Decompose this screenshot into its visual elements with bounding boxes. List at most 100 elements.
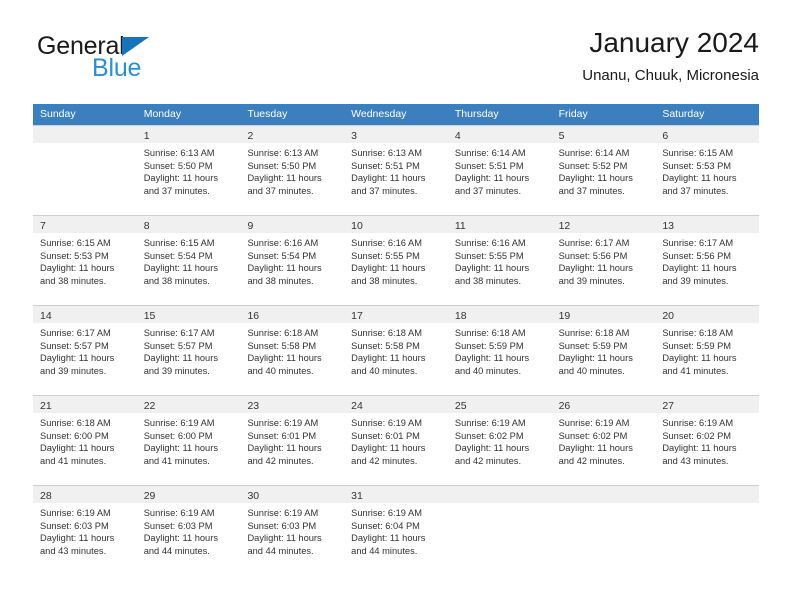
day-details: Sunrise: 6:18 AM Sunset: 5:59 PM Dayligh… <box>448 323 552 377</box>
weekday-header-sunday: Sunday <box>40 108 76 120</box>
day-cell[interactable]: 25 Sunrise: 6:19 AM Sunset: 6:02 PM Dayl… <box>447 396 552 485</box>
day-cell[interactable]: 2 Sunrise: 6:13 AM Sunset: 5:50 PM Dayli… <box>240 126 345 215</box>
day-number: 25 <box>454 400 467 412</box>
day-details: Sunrise: 6:17 AM Sunset: 5:57 PM Dayligh… <box>33 323 137 377</box>
daylight-text-line2: and 43 minutes. <box>662 455 729 466</box>
day-number-band: 17 <box>344 306 448 323</box>
daylight-text-line2: and 37 minutes. <box>662 185 729 196</box>
sunrise-text: Sunrise: 6:18 AM <box>662 328 734 338</box>
day-cell[interactable]: 18 Sunrise: 6:18 AM Sunset: 5:59 PM Dayl… <box>447 306 552 395</box>
daylight-text-line1: Daylight: 11 hours <box>558 353 633 364</box>
day-number: 23 <box>247 400 260 412</box>
day-cell[interactable]: 19 Sunrise: 6:18 AM Sunset: 5:59 PM Dayl… <box>551 306 656 395</box>
day-number-band: 13 <box>655 216 760 233</box>
daylight-text-line1: Daylight: 11 hours <box>351 443 426 454</box>
day-number-band: 11 <box>447 216 552 233</box>
day-details: Sunrise: 6:19 AM Sunset: 6:03 PM Dayligh… <box>33 503 137 557</box>
daylight-text-line2: and 42 minutes. <box>351 455 418 466</box>
sunset-text: Sunset: 5:58 PM <box>247 340 317 351</box>
day-details <box>552 503 656 507</box>
sunset-text: Sunset: 6:00 PM <box>40 430 109 441</box>
day-cell[interactable]: 22 Sunrise: 6:19 AM Sunset: 6:00 PM Dayl… <box>136 396 241 485</box>
day-number: 7 <box>40 220 46 232</box>
day-cell[interactable]: 7 Sunrise: 6:15 AM Sunset: 5:53 PM Dayli… <box>33 216 137 305</box>
weekday-header-saturday: Saturday <box>662 108 705 120</box>
day-number-band: 7 <box>33 216 137 233</box>
daylight-text-line1: Daylight: 11 hours <box>662 263 737 274</box>
day-cell[interactable]: 9 Sunrise: 6:16 AM Sunset: 5:54 PM Dayli… <box>240 216 345 305</box>
day-number-band: 16 <box>240 306 345 323</box>
daylight-text-line1: Daylight: 11 hours <box>247 263 322 274</box>
day-cell[interactable]: 3 Sunrise: 6:13 AM Sunset: 5:51 PM Dayli… <box>344 126 448 215</box>
sunset-text: Sunset: 6:03 PM <box>40 520 109 531</box>
title-block: January 2024 Unanu, Chuuk, Micronesia <box>582 26 759 85</box>
day-cell[interactable]: 10 Sunrise: 6:16 AM Sunset: 5:55 PM Dayl… <box>344 216 448 305</box>
day-cell[interactable]: 15 Sunrise: 6:17 AM Sunset: 5:57 PM Dayl… <box>136 306 241 395</box>
daylight-text-line2: and 38 minutes. <box>454 275 522 286</box>
sunrise-text: Sunrise: 6:17 AM <box>662 238 734 248</box>
calendar-grid: Sunday Monday Tuesday Wednesday Thursday… <box>33 104 760 575</box>
day-cell[interactable]: 24 Sunrise: 6:19 AM Sunset: 6:01 PM Dayl… <box>344 396 448 485</box>
calendar-page: General Blue January 2024 Unanu, Chuuk, … <box>0 0 792 612</box>
sunset-text: Sunset: 6:02 PM <box>454 430 524 441</box>
day-details: Sunrise: 6:16 AM Sunset: 5:54 PM Dayligh… <box>240 233 344 287</box>
day-cell[interactable]: 14 Sunrise: 6:17 AM Sunset: 5:57 PM Dayl… <box>33 306 137 395</box>
daylight-text-line2: and 40 minutes. <box>558 365 625 376</box>
day-cell[interactable]: 29 Sunrise: 6:19 AM Sunset: 6:03 PM Dayl… <box>136 486 241 575</box>
day-cell[interactable]: 27 Sunrise: 6:19 AM Sunset: 6:02 PM Dayl… <box>655 396 760 485</box>
day-details: Sunrise: 6:19 AM Sunset: 6:01 PM Dayligh… <box>240 413 344 467</box>
day-number-band: 9 <box>240 216 345 233</box>
day-cell[interactable] <box>447 486 552 575</box>
day-details: Sunrise: 6:19 AM Sunset: 6:03 PM Dayligh… <box>240 503 344 557</box>
sunrise-text: Sunrise: 6:19 AM <box>454 418 526 428</box>
day-details: Sunrise: 6:17 AM Sunset: 5:56 PM Dayligh… <box>552 233 656 287</box>
day-cell[interactable]: 1 Sunrise: 6:13 AM Sunset: 5:50 PM Dayli… <box>136 126 241 215</box>
daylight-text-line2: and 42 minutes. <box>454 455 522 466</box>
daylight-text-line1: Daylight: 11 hours <box>454 353 530 364</box>
day-cell[interactable]: 13 Sunrise: 6:17 AM Sunset: 5:56 PM Dayl… <box>655 216 760 305</box>
sunset-text: Sunset: 5:50 PM <box>247 160 317 171</box>
day-number: 1 <box>143 130 150 142</box>
sunrise-text: Sunrise: 6:19 AM <box>143 508 215 518</box>
sunrise-text: Sunrise: 6:19 AM <box>247 418 319 428</box>
day-cell[interactable]: 30 Sunrise: 6:19 AM Sunset: 6:03 PM Dayl… <box>240 486 345 575</box>
day-cell[interactable]: 16 Sunrise: 6:18 AM Sunset: 5:58 PM Dayl… <box>240 306 345 395</box>
day-cell[interactable]: 12 Sunrise: 6:17 AM Sunset: 5:56 PM Dayl… <box>551 216 656 305</box>
sunrise-text: Sunrise: 6:18 AM <box>558 328 630 338</box>
day-cell[interactable]: 4 Sunrise: 6:14 AM Sunset: 5:51 PM Dayli… <box>447 126 552 215</box>
daylight-text-line1: Daylight: 11 hours <box>247 173 322 184</box>
day-cell[interactable]: 31 Sunrise: 6:19 AM Sunset: 6:04 PM Dayl… <box>344 486 448 575</box>
daylight-text-line2: and 37 minutes. <box>143 185 210 196</box>
day-cell[interactable]: 5 Sunrise: 6:14 AM Sunset: 5:52 PM Dayli… <box>551 126 656 215</box>
day-cell[interactable] <box>551 486 656 575</box>
sunset-text: Sunset: 5:54 PM <box>143 250 213 261</box>
day-cell[interactable]: 8 Sunrise: 6:15 AM Sunset: 5:54 PM Dayli… <box>136 216 241 305</box>
day-cell[interactable] <box>33 126 137 215</box>
daylight-text-line1: Daylight: 11 hours <box>247 533 322 544</box>
day-number: 22 <box>143 400 156 412</box>
sunrise-text: Sunrise: 6:19 AM <box>143 418 215 428</box>
day-number: 30 <box>247 490 260 502</box>
day-cell[interactable]: 26 Sunrise: 6:19 AM Sunset: 6:02 PM Dayl… <box>551 396 656 485</box>
sunrise-text: Sunrise: 6:15 AM <box>143 238 215 248</box>
day-cell[interactable]: 28 Sunrise: 6:19 AM Sunset: 6:03 PM Dayl… <box>33 486 137 575</box>
day-number-band: 12 <box>551 216 656 233</box>
day-number: 17 <box>351 310 363 322</box>
day-cell[interactable]: 6 Sunrise: 6:15 AM Sunset: 5:53 PM Dayli… <box>655 126 760 215</box>
day-cell[interactable]: 21 Sunrise: 6:18 AM Sunset: 6:00 PM Dayl… <box>33 396 137 485</box>
day-number-band: 23 <box>240 396 345 413</box>
day-cell[interactable]: 23 Sunrise: 6:19 AM Sunset: 6:01 PM Dayl… <box>240 396 345 485</box>
day-number: 19 <box>558 310 571 322</box>
day-cell[interactable] <box>655 486 760 575</box>
daylight-text-line2: and 37 minutes. <box>454 185 522 196</box>
day-number-band: 21 <box>33 396 137 413</box>
daylight-text-line2: and 43 minutes. <box>40 545 107 556</box>
day-cell[interactable]: 17 Sunrise: 6:18 AM Sunset: 5:58 PM Dayl… <box>344 306 448 395</box>
day-cell[interactable]: 20 Sunrise: 6:18 AM Sunset: 5:59 PM Dayl… <box>655 306 760 395</box>
day-cell[interactable]: 11 Sunrise: 6:16 AM Sunset: 5:55 PM Dayl… <box>447 216 552 305</box>
day-details: Sunrise: 6:18 AM Sunset: 5:58 PM Dayligh… <box>240 323 344 377</box>
logo-text-blue: Blue <box>92 54 142 82</box>
day-details: Sunrise: 6:15 AM Sunset: 5:54 PM Dayligh… <box>137 233 241 287</box>
generalblue-logo[interactable]: General Blue <box>33 32 233 88</box>
day-number-band: 24 <box>344 396 448 413</box>
